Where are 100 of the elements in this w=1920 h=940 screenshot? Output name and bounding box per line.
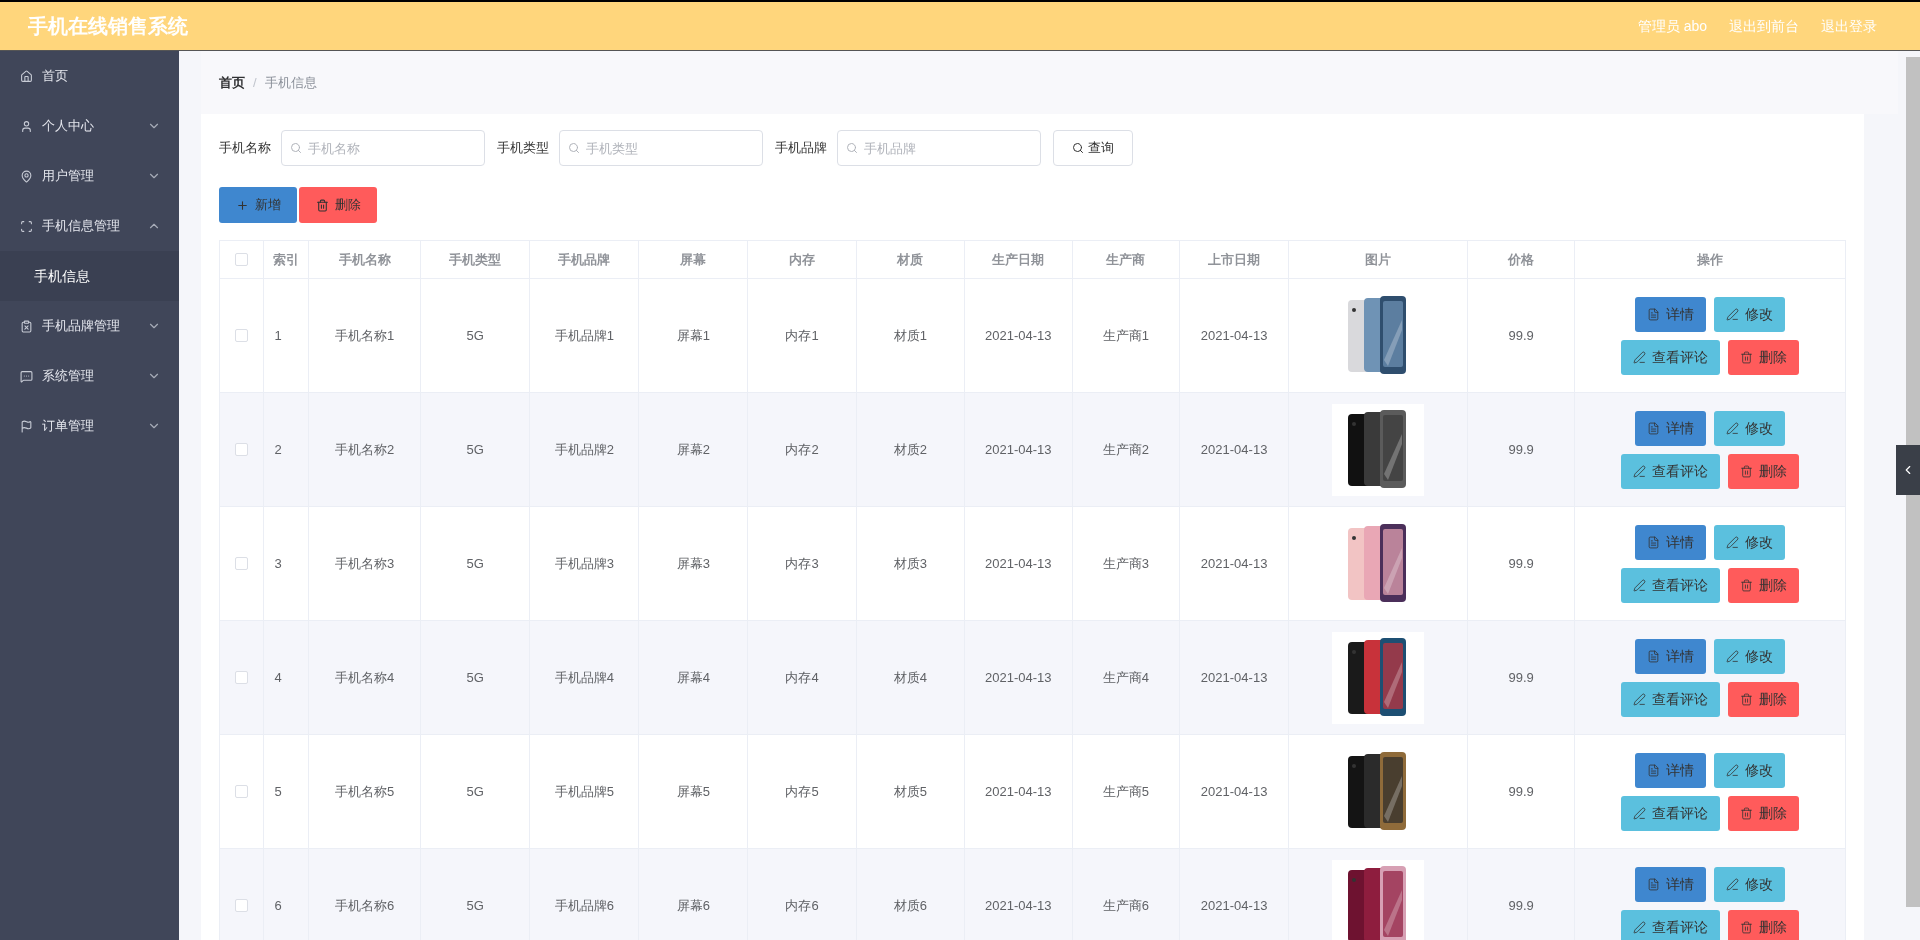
table-cell: 5G xyxy=(420,392,530,507)
detail-button[interactable]: 详情 xyxy=(1635,296,1707,332)
app-title: 手机在线销售系统 xyxy=(28,14,188,39)
view-comments-button[interactable]: 查看评论 xyxy=(1621,453,1721,489)
delete-button[interactable]: 删除 xyxy=(1728,795,1800,831)
pen-icon xyxy=(1633,350,1647,364)
edit-button[interactable]: 修改 xyxy=(1714,752,1786,788)
column-header: 屏幕 xyxy=(638,240,748,279)
checkbox[interactable] xyxy=(235,329,249,342)
edit-button[interactable]: 修改 xyxy=(1714,296,1786,332)
search-field[interactable]: 手机类型 xyxy=(559,130,763,166)
sidebar-item[interactable]: 首页 xyxy=(0,51,179,101)
table-cell: 内存3 xyxy=(747,506,857,621)
table-cell: 手机名称4 xyxy=(308,620,421,735)
field-label: 手机名称 xyxy=(219,139,271,158)
menu-icon xyxy=(20,319,33,333)
delete-button[interactable]: 删除 xyxy=(1728,567,1800,603)
search-field[interactable]: 手机品牌 xyxy=(837,130,1041,166)
trash-icon xyxy=(1740,806,1754,820)
view-comments-button[interactable]: 查看评论 xyxy=(1621,909,1721,940)
plus-icon xyxy=(235,198,249,212)
edit-button[interactable]: 修改 xyxy=(1714,410,1786,446)
collapse-tab[interactable] xyxy=(1896,445,1920,495)
column-header: 内存 xyxy=(747,240,857,279)
sidebar-item[interactable]: 订单管理 xyxy=(0,401,179,451)
table-cell: 5 xyxy=(263,734,309,849)
checkbox[interactable] xyxy=(235,671,249,684)
checkbox[interactable] xyxy=(235,443,249,456)
menu-icon xyxy=(20,369,33,383)
table-cell: 生产商5 xyxy=(1072,734,1180,849)
view-comments-button[interactable]: 查看评论 xyxy=(1621,795,1721,831)
delete-button[interactable]: 删除 xyxy=(1728,453,1800,489)
add-button[interactable]: 新增 xyxy=(219,187,297,223)
sidebar-item[interactable]: 系统管理 xyxy=(0,351,179,401)
breadcrumb-link[interactable]: 首页 xyxy=(201,72,245,93)
sidebar-item[interactable]: 用户管理 xyxy=(0,151,179,201)
delete-button[interactable]: 删除 xyxy=(299,187,377,223)
table-cell: 屏幕5 xyxy=(638,734,748,849)
file-icon xyxy=(1647,307,1661,321)
search-icon xyxy=(290,142,302,154)
search-field[interactable]: 手机名称 xyxy=(281,130,485,166)
table-cell: 材质3 xyxy=(856,506,965,621)
table-cell: 材质4 xyxy=(856,620,965,735)
edit-button[interactable]: 修改 xyxy=(1714,524,1786,560)
table-cell: 2021-04-13 xyxy=(1179,620,1289,735)
file-icon xyxy=(1647,763,1661,777)
trash-icon xyxy=(1740,692,1754,706)
table-cell: 生产商2 xyxy=(1072,392,1180,507)
sidebar-item[interactable]: 手机品牌管理 xyxy=(0,301,179,351)
pen-icon xyxy=(1633,806,1647,820)
table-cell: 2021-04-13 xyxy=(964,734,1073,849)
column-header: 生产商 xyxy=(1072,240,1180,279)
menu-icon xyxy=(20,419,33,433)
detail-button[interactable]: 详情 xyxy=(1635,752,1707,788)
table-cell: 内存1 xyxy=(747,278,857,393)
edit-button[interactable]: 修改 xyxy=(1714,866,1786,902)
table-cell: 材质1 xyxy=(856,278,965,393)
table-cell: 2 xyxy=(263,392,309,507)
sidebar-item[interactable]: 个人中心 xyxy=(0,101,179,151)
checkbox[interactable] xyxy=(235,557,249,570)
menu-icon xyxy=(20,69,33,83)
pen-icon xyxy=(1633,464,1647,478)
table-cell: 5G xyxy=(420,278,530,393)
menu-icon xyxy=(20,219,33,233)
detail-button[interactable]: 详情 xyxy=(1635,410,1707,446)
checkbox[interactable] xyxy=(235,899,249,912)
checkbox[interactable] xyxy=(235,785,249,798)
table-cell: 手机品牌3 xyxy=(529,506,639,621)
detail-button[interactable]: 详情 xyxy=(1635,524,1707,560)
view-comments-button[interactable]: 查看评论 xyxy=(1621,681,1721,717)
table-cell: 内存4 xyxy=(747,620,857,735)
table-cell: 内存5 xyxy=(747,734,857,849)
column-header: 手机类型 xyxy=(420,240,530,279)
view-comments-button[interactable]: 查看评论 xyxy=(1621,339,1721,375)
table-cell: 屏幕4 xyxy=(638,620,748,735)
pen-icon xyxy=(1726,421,1740,435)
edit-button[interactable]: 修改 xyxy=(1714,638,1786,674)
table-cell: 手机品牌2 xyxy=(529,392,639,507)
breadcrumb-separator: / xyxy=(253,73,257,92)
pen-icon xyxy=(1726,877,1740,891)
checkbox[interactable] xyxy=(235,253,249,266)
trash-icon xyxy=(1740,578,1754,592)
trash-icon xyxy=(1740,464,1754,478)
detail-button[interactable]: 详情 xyxy=(1635,866,1707,902)
table-cell: 2021-04-13 xyxy=(1179,734,1289,849)
breadcrumb-link[interactable]: 手机信息 xyxy=(264,72,317,93)
sidebar-subitem[interactable]: 手机信息 xyxy=(0,251,179,301)
view-comments-button[interactable]: 查看评论 xyxy=(1621,567,1721,603)
sidebar-item[interactable]: 手机信息管理 xyxy=(0,201,179,251)
delete-button[interactable]: 删除 xyxy=(1728,339,1800,375)
query-button[interactable]: 查询 xyxy=(1053,130,1133,166)
delete-button[interactable]: 删除 xyxy=(1728,681,1800,717)
table-cell: 手机名称5 xyxy=(308,734,421,849)
table-cell: 99.9 xyxy=(1467,620,1575,735)
delete-button[interactable]: 删除 xyxy=(1728,909,1800,940)
table-cell: 2021-04-13 xyxy=(964,392,1073,507)
pen-icon xyxy=(1633,920,1647,934)
trash-icon xyxy=(315,198,329,212)
table-cell: 手机名称2 xyxy=(308,392,421,507)
detail-button[interactable]: 详情 xyxy=(1635,638,1707,674)
